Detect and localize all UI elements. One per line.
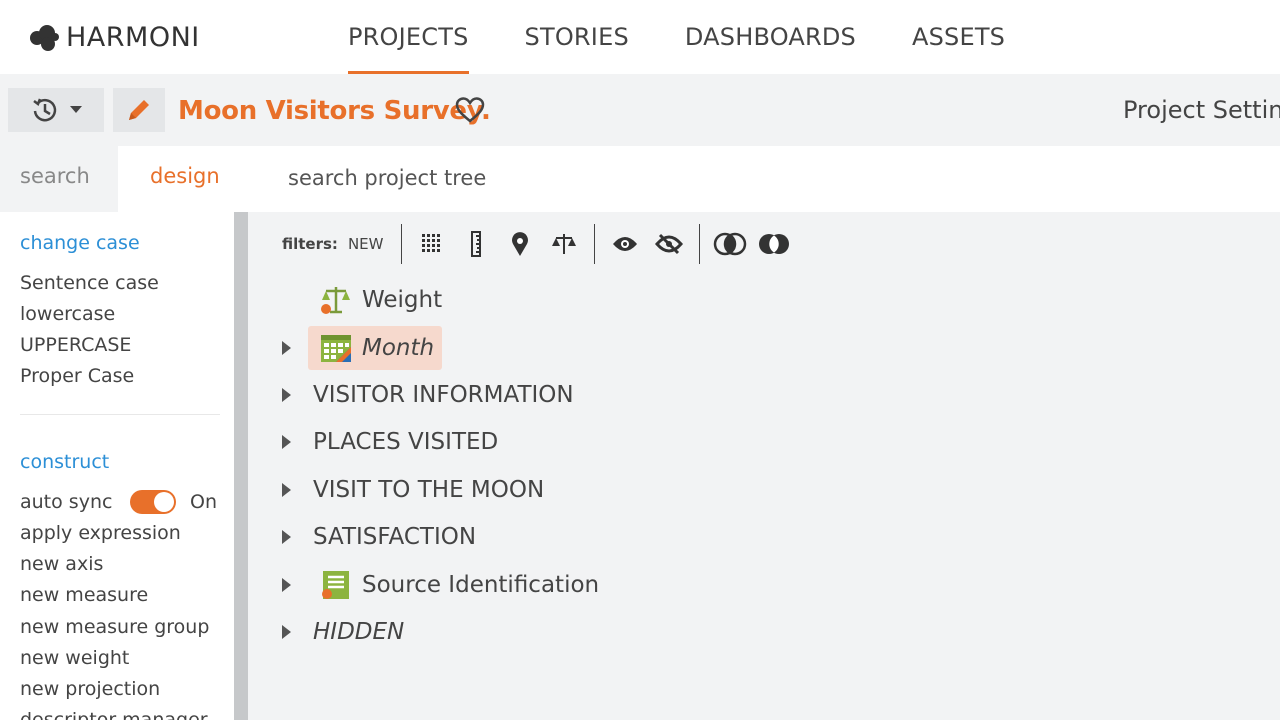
- descriptor-manager-action[interactable]: descriptor manager: [20, 709, 208, 720]
- toolbar-separator: [594, 224, 596, 264]
- new-weight-action[interactable]: new weight: [20, 647, 129, 669]
- auto-sync-toggle[interactable]: [130, 490, 176, 514]
- filter-overlap-icon[interactable]: [708, 222, 752, 266]
- filters-label: filters:: [282, 235, 338, 253]
- nav-tab-dashboards[interactable]: DASHBOARDS: [685, 0, 856, 74]
- sentence-case-option[interactable]: Sentence case: [20, 272, 159, 294]
- project-settings-link[interactable]: Project Settin: [1123, 96, 1280, 124]
- document-icon: [320, 569, 352, 601]
- tree-item-weight[interactable]: Weight: [320, 280, 442, 320]
- project-tree-area: filters: NEW Weight Month VISITOR INFORM…: [248, 212, 1280, 720]
- tab-search[interactable]: search: [20, 164, 90, 188]
- expand-caret-icon[interactable]: [282, 578, 291, 592]
- brand-name: HARMONI: [66, 22, 200, 53]
- filter-grid-icon[interactable]: [410, 222, 454, 266]
- expand-caret-icon[interactable]: [282, 388, 291, 402]
- tree-item-month[interactable]: Month: [320, 328, 434, 368]
- tree-item-label: PLACES VISITED: [313, 429, 499, 455]
- tree-item-source-identification[interactable]: Source Identification: [320, 565, 599, 605]
- project-title[interactable]: Moon Visitors Survey.: [178, 96, 491, 126]
- design-panel: change case Sentence case lowercase UPPE…: [0, 212, 234, 720]
- nav-tab-stories[interactable]: STORIES: [525, 0, 629, 74]
- expand-caret-icon[interactable]: [282, 483, 291, 497]
- new-measure-group-action[interactable]: new measure group: [20, 616, 209, 638]
- filter-location-pin-icon[interactable]: [498, 222, 542, 266]
- section-divider: [20, 414, 220, 415]
- auto-sync-state: On: [190, 491, 217, 513]
- left-panel-tabs: search design: [0, 146, 248, 212]
- new-axis-action[interactable]: new axis: [20, 553, 103, 575]
- toolbar-separator: [699, 224, 701, 264]
- tree-item-label: HIDDEN: [313, 619, 405, 645]
- chevron-down-icon: [70, 106, 82, 113]
- proper-case-option[interactable]: Proper Case: [20, 365, 134, 387]
- filter-scale-icon[interactable]: [542, 222, 586, 266]
- tree-search-bar: [248, 146, 1280, 212]
- filter-ruler-icon[interactable]: [454, 222, 498, 266]
- tree-item-satisfaction[interactable]: SATISFACTION: [313, 517, 476, 557]
- construct-title: construct: [20, 451, 110, 473]
- tree-item-places-visited[interactable]: PLACES VISITED: [313, 422, 498, 462]
- history-icon: [33, 98, 57, 122]
- tree-item-label: VISIT TO THE MOON: [313, 477, 545, 503]
- filter-show-eye-icon[interactable]: [603, 222, 647, 266]
- edit-project-button[interactable]: [113, 88, 165, 132]
- main-nav: PROJECTS STORIES DASHBOARDS ASSETS: [348, 0, 1061, 74]
- nav-tab-projects[interactable]: PROJECTS: [348, 0, 469, 74]
- top-navigation-bar: HARMONI PROJECTS STORIES DASHBOARDS ASSE…: [0, 0, 1280, 74]
- change-case-title: change case: [20, 232, 140, 254]
- apply-expression-action[interactable]: apply expression: [20, 522, 181, 544]
- tree-item-label: Source Identification: [362, 572, 600, 598]
- filter-toolbar: filters: NEW: [256, 222, 1280, 266]
- tree-item-visitor-information[interactable]: VISITOR INFORMATION: [313, 375, 574, 415]
- expand-caret-icon[interactable]: [282, 530, 291, 544]
- nav-tab-assets[interactable]: ASSETS: [912, 0, 1005, 74]
- favorite-heart-icon[interactable]: [455, 96, 485, 129]
- tree-item-label: VISITOR INFORMATION: [313, 382, 574, 408]
- tree-item-label: SATISFACTION: [313, 524, 477, 550]
- tree-item-label: Weight: [362, 287, 443, 313]
- left-panel-scrollbar[interactable]: [234, 212, 248, 720]
- project-bar: Moon Visitors Survey. Project Settin: [0, 74, 1280, 146]
- harmoni-logo[interactable]: HARMONI: [30, 22, 200, 53]
- expand-caret-icon[interactable]: [282, 625, 291, 639]
- tree-item-label: Month: [362, 335, 435, 361]
- pencil-icon: [129, 100, 149, 120]
- uppercase-option[interactable]: UPPERCASE: [20, 334, 131, 356]
- scale-icon: [320, 284, 352, 316]
- lowercase-option[interactable]: lowercase: [20, 303, 115, 325]
- new-measure-action[interactable]: new measure: [20, 584, 148, 606]
- tree-item-hidden[interactable]: HIDDEN: [313, 612, 404, 652]
- tree-search-input[interactable]: [288, 166, 888, 190]
- filter-new-button[interactable]: NEW: [348, 235, 384, 253]
- expand-caret-icon[interactable]: [282, 435, 291, 449]
- calendar-icon: [320, 332, 352, 364]
- tab-design[interactable]: design: [150, 164, 220, 188]
- filter-exclude-icon[interactable]: [752, 222, 796, 266]
- expand-caret-icon[interactable]: [282, 341, 291, 355]
- toolbar-separator: [401, 224, 403, 264]
- tree-item-visit-to-the-moon[interactable]: VISIT TO THE MOON: [313, 470, 544, 510]
- new-projection-action[interactable]: new projection: [20, 678, 160, 700]
- logo-mark-icon: [30, 24, 60, 51]
- history-button[interactable]: [8, 88, 104, 132]
- filter-hide-eye-icon[interactable]: [647, 222, 691, 266]
- auto-sync-label: auto sync: [20, 491, 113, 513]
